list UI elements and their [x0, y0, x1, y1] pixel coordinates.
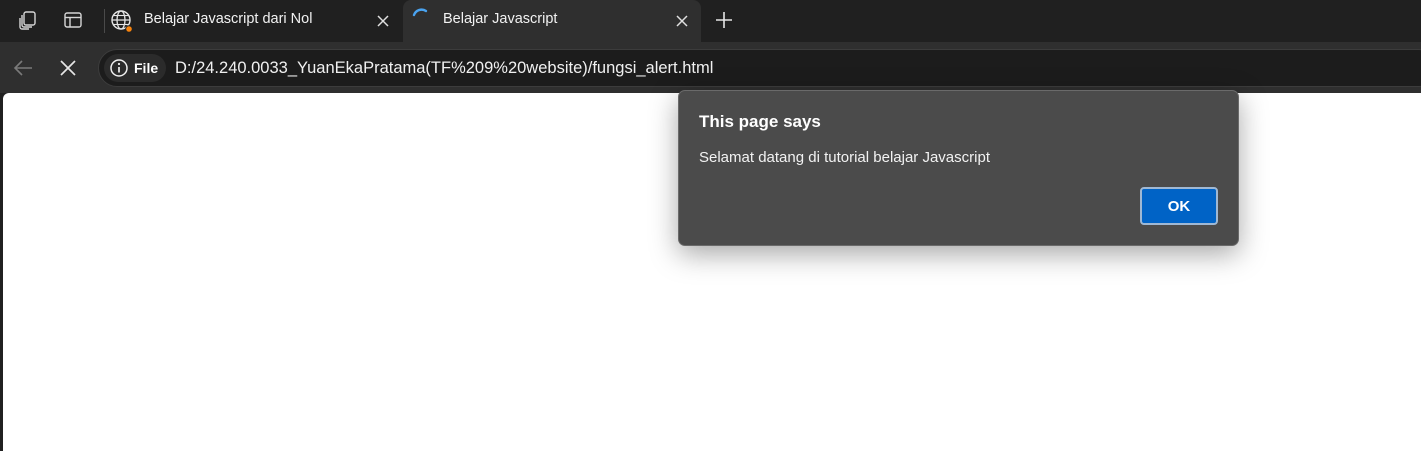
tab-close-button[interactable]: [672, 11, 692, 31]
tab-belajar-javascript[interactable]: Belajar Javascript: [403, 0, 701, 42]
tab-belajar-javascript-dari-nol[interactable]: Belajar Javascript dari Nol: [106, 0, 402, 42]
new-tab-button[interactable]: [708, 5, 740, 35]
tab-actions-button[interactable]: [57, 5, 89, 35]
notification-dot-icon: [125, 25, 133, 33]
plus-icon: [716, 12, 732, 28]
close-icon: [676, 15, 688, 27]
dialog-message: Selamat datang di tutorial belajar Javas…: [699, 149, 990, 166]
navigation-toolbar: File D:/24.240.0033_YuanEkaPratama(TF%20…: [0, 42, 1421, 93]
workspaces-button[interactable]: [12, 5, 44, 35]
ok-button[interactable]: OK: [1140, 187, 1218, 225]
info-icon: [110, 59, 128, 77]
back-button[interactable]: [7, 52, 39, 84]
tab-strip: Belajar Javascript dari Nol Belajar Java…: [0, 0, 1421, 42]
dialog-title: This page says: [699, 112, 821, 131]
tab-close-button[interactable]: [373, 11, 393, 31]
alert-dialog: This page says Selamat datang di tutoria…: [678, 90, 1239, 246]
site-info-button[interactable]: File: [104, 54, 166, 82]
tab-title: Belajar Javascript: [443, 11, 558, 27]
address-bar[interactable]: File D:/24.240.0033_YuanEkaPratama(TF%20…: [98, 49, 1421, 87]
close-icon: [60, 60, 76, 76]
tab-actions-icon: [64, 12, 82, 28]
close-icon: [377, 15, 389, 27]
stop-loading-button[interactable]: [52, 52, 84, 84]
workspaces-icon: [19, 11, 36, 30]
back-arrow-icon: [13, 60, 32, 76]
loading-spinner-icon: [412, 8, 428, 17]
tab-separator: [104, 9, 105, 33]
url-text[interactable]: D:/24.240.0033_YuanEkaPratama(TF%209%20w…: [175, 59, 713, 78]
tab-title: Belajar Javascript dari Nol: [144, 11, 313, 27]
site-info-label: File: [134, 60, 159, 76]
globe-icon: [111, 10, 133, 33]
